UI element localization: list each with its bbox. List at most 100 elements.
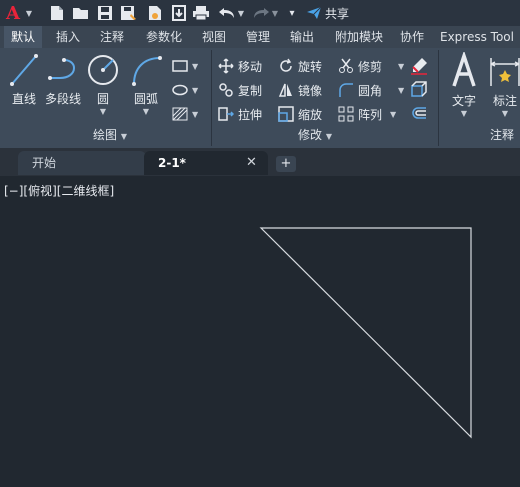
- rectangle-button[interactable]: ▼: [172, 56, 198, 76]
- triangle-shape[interactable]: [259, 227, 472, 439]
- fillet-button[interactable]: 圆角 ▼: [338, 80, 404, 100]
- redo-dropdown-icon[interactable]: ▼: [270, 4, 280, 22]
- save-icon[interactable]: [96, 4, 114, 22]
- text-dropdown-icon[interactable]: ▼: [461, 109, 467, 118]
- doc-tab-start[interactable]: 开始: [18, 151, 146, 175]
- tab-collaborate[interactable]: 协作: [394, 26, 430, 48]
- close-icon[interactable]: ✕: [246, 151, 257, 175]
- tab-parametric[interactable]: 参数化: [138, 26, 190, 48]
- new-icon[interactable]: [48, 4, 66, 22]
- tab-view[interactable]: 视图: [196, 26, 232, 48]
- polyline-button[interactable]: 多段线: [44, 52, 82, 107]
- line-label: 直线: [11, 92, 36, 106]
- trim-button[interactable]: 修剪 ▼: [338, 56, 404, 76]
- quick-access-toolbar: A ▼ ▼ ▼ ▾ 共享: [0, 0, 520, 26]
- ribbon-tab-bar: 默认 插入 注释 参数化 视图 管理 输出 附加模块 协作 Express To…: [0, 26, 520, 48]
- draw-panel-expand-icon: ▼: [120, 132, 127, 141]
- explode-button[interactable]: [410, 80, 428, 100]
- dimension-button[interactable]: 标注 ▼: [488, 52, 520, 118]
- redo-icon[interactable]: [252, 4, 270, 22]
- fillet-icon: [339, 83, 353, 97]
- rectangle-dropdown-icon[interactable]: ▼: [192, 62, 198, 71]
- tab-output[interactable]: 输出: [284, 26, 320, 48]
- fillet-label: 圆角: [358, 83, 383, 98]
- circle-icon: [88, 55, 118, 85]
- array-button[interactable]: 阵列 ▼: [338, 104, 396, 124]
- modify-panel-title-text: 修改: [298, 128, 323, 142]
- trim-icon: [339, 58, 353, 73]
- text-button[interactable]: 文字 ▼: [446, 52, 482, 118]
- tab-annotate[interactable]: 注释: [94, 26, 130, 48]
- app-menu-chevron-icon[interactable]: ▼: [24, 4, 34, 22]
- share-label: 共享: [325, 6, 350, 21]
- save-as-icon[interactable]: [120, 4, 138, 22]
- arc-button[interactable]: 圆弧 ▼: [128, 52, 164, 116]
- array-label: 阵列: [358, 107, 383, 122]
- trim-label: 修剪: [358, 59, 383, 74]
- copy-label: 复制: [238, 83, 263, 98]
- arc-icon: [132, 56, 162, 86]
- customize-icon[interactable]: ▾: [286, 4, 298, 22]
- circle-button[interactable]: 圆 ▼: [86, 52, 120, 116]
- tab-default[interactable]: 默认: [4, 26, 42, 48]
- rotate-button[interactable]: 旋转: [278, 56, 322, 76]
- mirror-label: 镜像: [298, 83, 323, 98]
- dimension-label: 标注: [492, 94, 517, 108]
- share-icon: [307, 6, 322, 19]
- print-icon[interactable]: [192, 4, 210, 22]
- rotate-label: 旋转: [298, 59, 323, 74]
- tab-addins[interactable]: 附加模块: [328, 26, 390, 48]
- stretch-button[interactable]: 拉伸: [218, 104, 262, 124]
- open-icon[interactable]: [72, 4, 90, 22]
- tab-insert[interactable]: 插入: [50, 26, 86, 48]
- drawing-canvas[interactable]: [0, 176, 520, 487]
- ellipse-dropdown-icon[interactable]: ▼: [192, 86, 198, 95]
- stretch-icon: [218, 107, 234, 121]
- fillet-dropdown-icon[interactable]: ▼: [398, 86, 404, 95]
- open-from-web-icon[interactable]: [146, 4, 164, 22]
- array-dropdown-icon[interactable]: ▼: [390, 110, 396, 119]
- hatch-dropdown-icon[interactable]: ▼: [192, 110, 198, 119]
- doc-tab-drawing-label: 2-1*: [158, 156, 186, 170]
- polyline-label: 多段线: [44, 92, 81, 106]
- save-to-web-icon[interactable]: [170, 4, 188, 22]
- erase-icon: [411, 58, 427, 75]
- mirror-button[interactable]: 镜像: [278, 80, 322, 100]
- draw-panel-title[interactable]: 绘图 ▼: [40, 126, 180, 144]
- circle-label: 圆: [96, 92, 109, 106]
- erase-button[interactable]: [410, 56, 428, 76]
- explode-icon: [411, 81, 427, 97]
- dimension-dropdown-icon[interactable]: ▼: [502, 109, 508, 118]
- modify-panel-title[interactable]: 修改 ▼: [270, 126, 360, 144]
- hatch-button[interactable]: ▼: [172, 104, 198, 124]
- stretch-label: 拉伸: [238, 107, 263, 122]
- text-label: 文字: [451, 94, 476, 108]
- move-button[interactable]: 移动: [218, 56, 262, 76]
- ellipse-button[interactable]: ▼: [172, 80, 198, 100]
- new-tab-button[interactable]: +: [276, 156, 296, 172]
- circle-dropdown-icon[interactable]: ▼: [100, 107, 106, 116]
- move-label: 移动: [238, 59, 263, 74]
- polyline-icon: [48, 58, 76, 80]
- doc-tab-drawing[interactable]: 2-1* ✕: [144, 151, 268, 175]
- app-menu-button[interactable]: A: [4, 2, 22, 24]
- copy-button[interactable]: 复制: [218, 80, 262, 100]
- draw-panel-title-text: 绘图: [93, 128, 118, 142]
- arc-label: 圆弧: [133, 92, 158, 106]
- tab-manage[interactable]: 管理: [240, 26, 276, 48]
- trim-dropdown-icon[interactable]: ▼: [398, 62, 404, 71]
- share-button[interactable]: 共享: [306, 4, 349, 22]
- undo-icon[interactable]: [218, 4, 236, 22]
- offset-button[interactable]: [410, 104, 428, 124]
- ribbon-separator: [438, 50, 439, 146]
- arc-dropdown-icon[interactable]: ▼: [143, 107, 149, 116]
- scale-button[interactable]: 缩放: [278, 104, 322, 124]
- app-logo-icon: A: [6, 2, 20, 24]
- ribbon: 直线 多段线 圆 ▼ 圆弧 ▼ ▼ ▼ ▼ 绘图 ▼ 移动 复制 拉伸 旋转 镜…: [0, 48, 520, 148]
- annotation-panel-title[interactable]: 注释: [490, 126, 520, 144]
- offset-icon: [412, 107, 426, 119]
- line-button[interactable]: 直线: [8, 52, 40, 107]
- tab-express-tools[interactable]: Express Tool: [440, 26, 520, 48]
- scale-label: 缩放: [298, 107, 323, 122]
- undo-dropdown-icon[interactable]: ▼: [236, 4, 246, 22]
